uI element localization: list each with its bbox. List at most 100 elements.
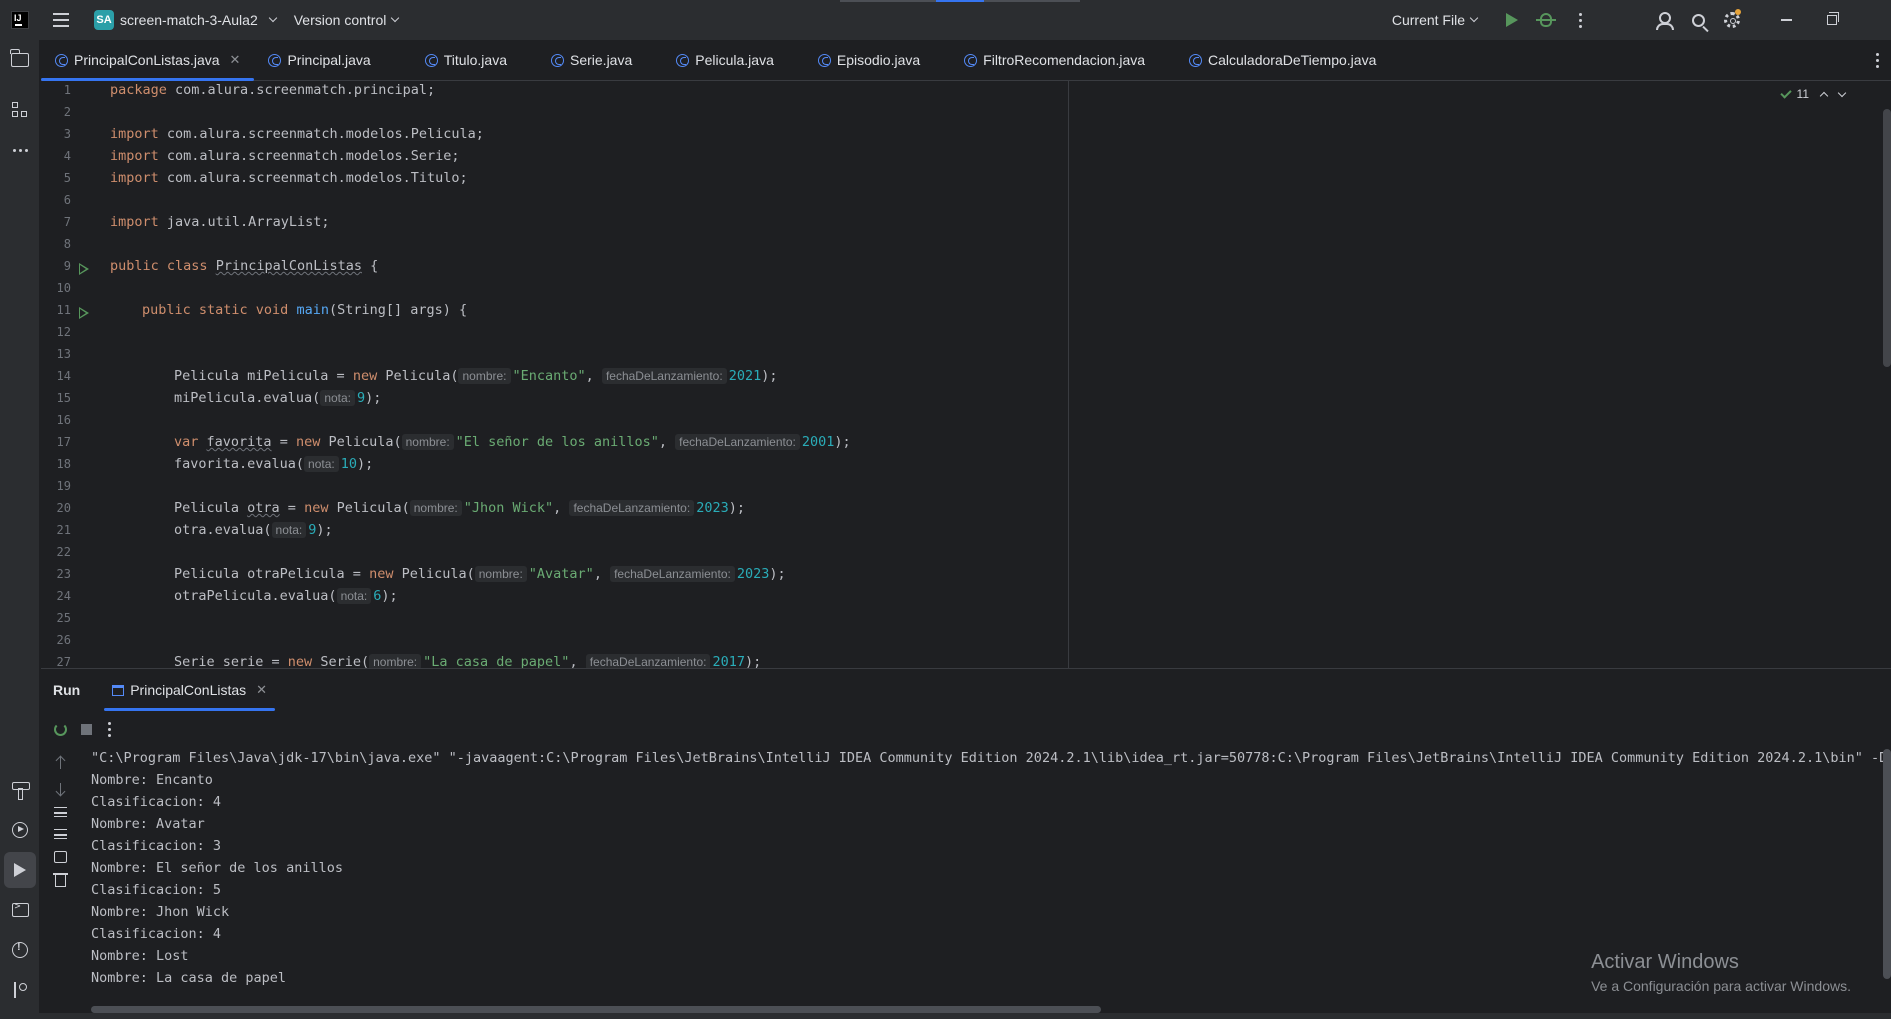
problems-icon	[12, 941, 28, 958]
settings-button[interactable]	[1715, 0, 1749, 40]
run-config-label: Current File	[1391, 12, 1465, 28]
line-number: 14	[56, 369, 71, 383]
more-tools-button[interactable]	[0, 132, 40, 168]
tab-titulo[interactable]: Titulo.java	[411, 40, 537, 80]
tab-principalconlistas[interactable]: PrincipalConListas.java ✕	[41, 40, 255, 81]
more-actions-button[interactable]	[1563, 0, 1597, 40]
git-tool-button[interactable]	[0, 972, 40, 1008]
tab-episodio[interactable]: Episodio.java	[804, 40, 950, 80]
close-icon[interactable]: ✕	[256, 682, 267, 698]
minimize-icon	[1780, 19, 1792, 21]
more-vertical-icon	[1876, 53, 1879, 68]
run-tab-label: PrincipalConListas	[130, 682, 247, 698]
line-number: 13	[56, 347, 71, 361]
structure-tool-button[interactable]	[0, 92, 40, 128]
run-tab-principalconlistas[interactable]: PrincipalConListas ✕	[104, 669, 275, 711]
project-selector[interactable]: SA screen-match-3-Aula2	[94, 0, 277, 40]
run-icon	[1506, 13, 1518, 27]
intellij-logo-icon: IJ	[0, 0, 40, 40]
tab-label: FiltroRecomendacion.java	[983, 52, 1146, 68]
windows-activation-watermark: Activar Windows Ve a Configuración para …	[1591, 951, 1851, 994]
console-line: Clasificacion: 4	[91, 926, 222, 942]
tab-filtrorecomendacion[interactable]: FiltroRecomendacion.java	[950, 40, 1175, 80]
code-with-me-button[interactable]	[1647, 0, 1681, 40]
line-number: 3	[63, 127, 71, 141]
tab-label: PrincipalConListas.java	[74, 52, 220, 68]
run-tool-button[interactable]	[4, 852, 36, 888]
more-vertical-icon[interactable]	[108, 721, 111, 737]
tab-label: Pelicula.java	[695, 52, 774, 68]
print-icon[interactable]	[54, 851, 67, 863]
restore-button[interactable]	[1809, 0, 1855, 40]
parameter-hint: fechaDeLanzamiento:	[675, 434, 800, 450]
structure-icon	[12, 102, 28, 118]
java-class-icon	[676, 53, 690, 67]
chevron-down-icon	[1469, 13, 1479, 23]
terminal-icon	[11, 901, 29, 917]
line-number: 16	[56, 413, 71, 427]
hamburger-menu-icon[interactable]	[44, 0, 78, 40]
more-vertical-icon	[1578, 12, 1582, 28]
chevron-down-icon[interactable]	[1837, 88, 1847, 97]
inspection-widget[interactable]: 11	[1779, 86, 1847, 101]
debug-button[interactable]	[1529, 0, 1563, 40]
run-toolbar	[41, 711, 1891, 747]
java-class-icon	[551, 53, 564, 67]
line-number: 20	[56, 501, 71, 515]
rerun-icon[interactable]	[54, 722, 67, 736]
version-control-menu[interactable]: Version control	[294, 12, 400, 28]
services-tool-button[interactable]	[0, 812, 40, 848]
tab-options-button[interactable]	[1876, 40, 1879, 81]
tab-principal[interactable]: Principal.java	[254, 40, 410, 80]
code-line: Pelicula miPelicula = new Pelicula(nombr…	[174, 368, 778, 384]
close-icon[interactable]: ✕	[230, 52, 241, 68]
code-area[interactable]: package com.alura.screenmatch.principal;…	[110, 81, 1891, 668]
gutter-run-class-icon[interactable]	[79, 263, 89, 275]
run-button[interactable]	[1495, 0, 1529, 40]
line-number: 6	[63, 193, 71, 207]
line-number: 17	[56, 435, 71, 449]
project-tool-button[interactable]	[0, 42, 40, 78]
java-class-icon	[55, 53, 68, 67]
line-number: 10	[56, 281, 71, 295]
terminal-tool-button[interactable]	[0, 892, 40, 928]
tab-label: CalculadoraDeTiempo.java	[1208, 52, 1377, 68]
search-button[interactable]	[1681, 0, 1715, 40]
code-editor[interactable]: 1 2 3 4 5 6 7 8 9 10 11 12 13 14 15 16 1…	[41, 81, 1891, 668]
tab-serie[interactable]: Serie.java	[537, 40, 662, 80]
problems-tool-button[interactable]	[0, 932, 40, 968]
scroll-down-icon[interactable]	[60, 783, 61, 795]
gutter-run-main-icon[interactable]	[79, 307, 89, 319]
console-vertical-scrollbar[interactable]	[1883, 749, 1891, 979]
run-config-selector[interactable]: Current File	[1391, 12, 1479, 28]
java-class-icon	[268, 53, 282, 67]
tab-label: Serie.java	[570, 52, 633, 68]
parameter-hint: nota:	[320, 390, 356, 406]
parameter-hint: nombre:	[369, 654, 422, 668]
chevron-up-icon[interactable]	[1819, 91, 1829, 100]
build-tool-button[interactable]	[0, 772, 40, 808]
minimize-button[interactable]	[1763, 0, 1809, 40]
editor-vertical-scrollbar[interactable]	[1883, 109, 1891, 367]
trash-icon[interactable]	[53, 873, 68, 887]
tool-window-strip	[0, 40, 40, 1019]
parameter-hint: nombre:	[458, 368, 511, 384]
more-horizontal-icon	[12, 148, 28, 152]
java-class-icon	[817, 53, 831, 67]
soft-wrap-icon[interactable]	[54, 807, 67, 817]
line-number: 12	[56, 325, 71, 339]
tab-calculadoradetiempo[interactable]: CalculadoraDeTiempo.java	[1175, 40, 1390, 80]
line-number: 15	[56, 391, 71, 405]
scroll-to-end-icon[interactable]	[54, 829, 67, 839]
java-class-icon	[424, 53, 438, 67]
scroll-up-icon[interactable]	[60, 757, 61, 769]
code-line: Serie serie = new Serie(nombre: "La casa …	[174, 654, 762, 668]
stop-icon[interactable]	[81, 723, 92, 735]
watermark-title: Activar Windows	[1591, 951, 1739, 973]
code-line: var favorita = new Pelicula(nombre: "El s…	[174, 434, 851, 450]
code-line: otra.evalua(nota: 9);	[174, 522, 333, 538]
console-horizontal-scrollbar[interactable]	[91, 1006, 1101, 1013]
tab-pelicula[interactable]: Pelicula.java	[662, 40, 804, 80]
code-line: otraPelicula.evalua(nota: 6);	[174, 588, 398, 604]
line-number: 11	[56, 303, 71, 317]
